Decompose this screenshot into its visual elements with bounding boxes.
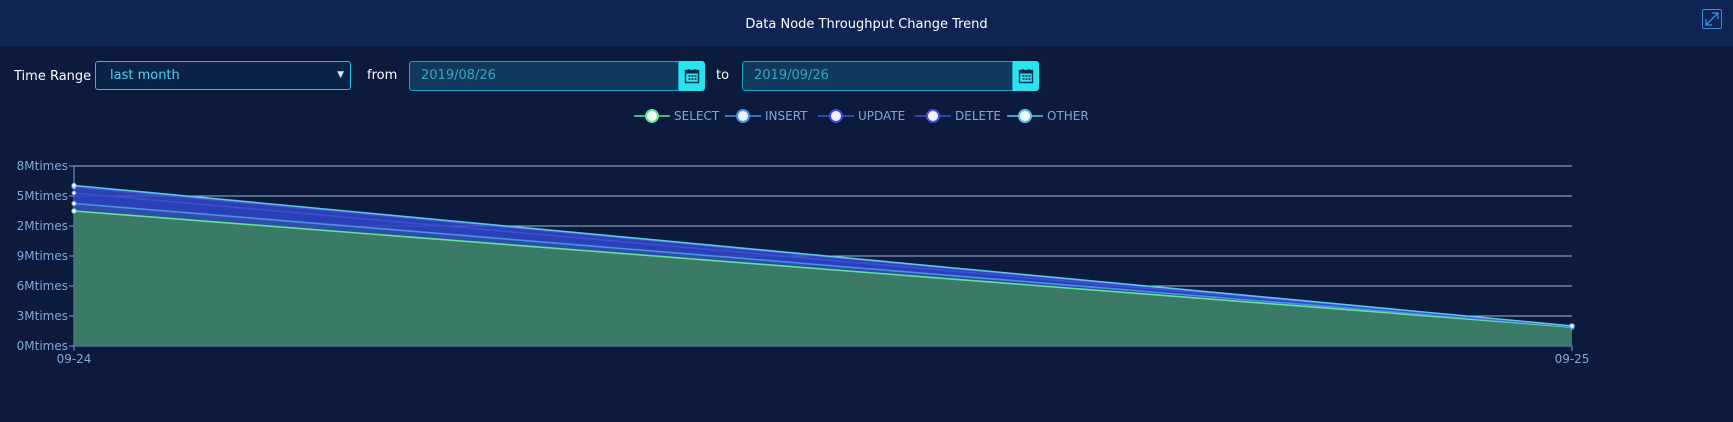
y-tick-label: 3Mtimes [17,309,68,323]
expand-icon[interactable] [1702,9,1722,29]
legend-label: INSERT [765,109,808,123]
from-label: from [367,68,398,83]
y-tick-label: 0Mtimes [17,339,68,353]
time-range-value: last month [110,68,180,83]
y-tick-label: 2Mtimes [17,219,68,233]
to-calendar-button[interactable] [1013,61,1039,91]
to-date-value: 2019/09/26 [754,68,829,83]
from-calendar-button[interactable] [679,61,705,91]
legend-marker [926,109,940,123]
throughput-area-chart: 0Mtimes 3Mtimes 6Mtimes 9Mtimes 2Mtimes 5Mtim… [17,159,1590,366]
y-tick-label: 6Mtimes [17,279,68,293]
point-select [71,208,77,214]
x-tick-label: 09-24 [57,352,92,366]
to-date-input[interactable]: 2019/09/26 [742,61,1013,91]
point-other [71,182,77,189]
caret-down-icon: ▼ [337,70,344,80]
time-range-label: Time Range [14,69,92,84]
from-date-input[interactable]: 2019/08/26 [409,61,679,91]
legend-label: DELETE [955,109,1002,123]
area-select [74,211,1572,346]
point-other [1569,323,1575,329]
y-tick-label: 9Mtimes [17,249,68,263]
point-insert [71,200,77,207]
time-range-select[interactable]: last month ▼ [95,61,351,90]
x-tick-label: 09-25 [1555,352,1590,366]
calendar-icon [1018,69,1034,84]
legend-marker [645,109,659,123]
calendar-icon [684,69,700,84]
y-tick-label: 5Mtimes [17,189,68,203]
point-update [71,190,77,196]
legend-marker [1018,109,1032,123]
legend-label: OTHER [1047,109,1089,123]
legend-marker [829,109,843,123]
y-tick-label: 8Mtimes [17,159,68,173]
chart-legend: SELECT INSERT UPDATE DELETE OTHER [0,105,1733,127]
page-title: Data Node Throughput Change Trend [745,17,988,32]
legend-marker [736,109,750,123]
from-date-value: 2019/08/26 [421,68,496,83]
legend-label: UPDATE [858,109,906,123]
to-label: to [716,68,730,83]
legend-label: SELECT [674,109,720,123]
